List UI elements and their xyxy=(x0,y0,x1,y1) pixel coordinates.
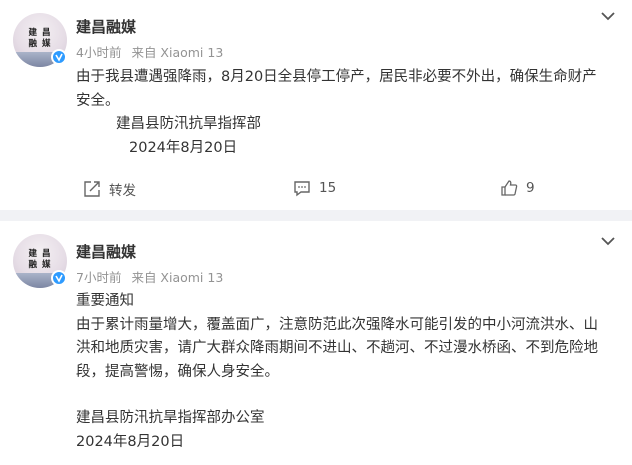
repost-label: 转发 xyxy=(109,183,136,199)
post-source: 来自 Xiaomi 13 xyxy=(131,45,224,60)
post-time[interactable]: 4小时前 xyxy=(76,45,121,60)
post-line: 由于累计雨量增大，覆盖面广，注意防范此次强降水可能引发的中小河流洪水、山 xyxy=(76,316,598,333)
post-line: 段，提高警惕，确保人身安全。 xyxy=(76,363,279,380)
post-line: 重要通知 xyxy=(76,293,134,309)
post-text: 重要通知 由于累计雨量增大，覆盖面广，注意防范此次强降水可能引发的中小河流洪水、… xyxy=(76,290,622,454)
weibo-post: 建 昌 融 媒 建昌融媒 7小时前 来自 Xiaomi 13 重要通知 由于累计… xyxy=(0,221,632,465)
post-line: 2024年8月20日 xyxy=(76,433,185,450)
post-meta: 4小时前 来自 Xiaomi 13 xyxy=(76,42,229,61)
repost-icon xyxy=(84,181,100,197)
post-time[interactable]: 7小时前 xyxy=(76,270,121,285)
post-line: 由于我县遭遇强降雨，8月20日全县停工停产，居民非必要不外出，确保生命财产 xyxy=(76,69,597,85)
post-line: 洪和地质灾害，请广大群众降雨期间不进山、不趟河、不过漫水桥函、不到危险地 xyxy=(76,340,598,356)
avatar-logo-text: 建 昌 融 媒 xyxy=(28,28,52,49)
comment-icon xyxy=(294,181,310,197)
avatar-logo-text: 建 昌 融 媒 xyxy=(28,249,52,270)
like-count: 9 xyxy=(526,180,535,196)
comment-button[interactable]: 15 xyxy=(293,179,336,197)
repost-button[interactable]: 转发 xyxy=(83,179,136,199)
feed-divider xyxy=(0,210,632,221)
like-icon xyxy=(501,180,518,196)
like-button[interactable]: 9 xyxy=(500,179,535,197)
post-source: 来自 Xiaomi 13 xyxy=(131,270,224,285)
author-name[interactable]: 建昌融媒 xyxy=(76,241,136,262)
post-line: 安全。 xyxy=(76,92,120,109)
comment-count: 15 xyxy=(319,180,337,196)
chevron-down-icon[interactable] xyxy=(600,235,616,247)
post-text: 由于我县遭遇强降雨，8月20日全县停工停产，居民非必要不外出，确保生命财产 安全… xyxy=(76,66,622,160)
post-meta: 7小时前 来自 Xiaomi 13 xyxy=(76,267,229,286)
chevron-down-icon[interactable] xyxy=(600,10,616,22)
verified-badge-icon xyxy=(51,49,67,65)
post-line: 建昌县防汛抗旱指挥部 xyxy=(116,116,261,132)
weibo-post: 建 昌 融 媒 建昌融媒 4小时前 来自 Xiaomi 13 由于我县遭遇强降雨… xyxy=(0,0,632,210)
post-line: 2024年8月20日 xyxy=(129,139,238,156)
author-name[interactable]: 建昌融媒 xyxy=(76,16,136,37)
post-line: 建昌县防汛抗旱指挥部办公室 xyxy=(76,410,265,426)
verified-badge-icon xyxy=(51,270,67,286)
